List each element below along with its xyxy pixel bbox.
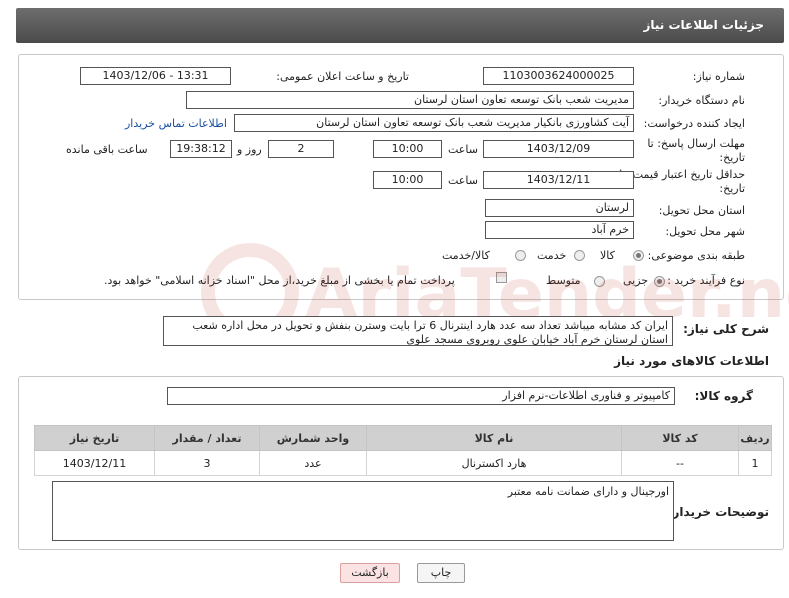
purchase-radio-medium[interactable] xyxy=(594,276,605,287)
category-radio-service[interactable] xyxy=(574,250,585,261)
panel-header: جزئیات اطلاعات نیاز xyxy=(16,8,784,43)
delivery-province-field[interactable]: لرستان xyxy=(485,199,634,217)
delivery-city-field[interactable]: خرم آباد xyxy=(485,221,634,239)
description-label: شرح کلی نیاز: xyxy=(683,322,769,336)
print-button[interactable]: چاپ xyxy=(417,563,465,583)
cell-quantity: 3 xyxy=(154,450,260,476)
cell-need-date: 1403/12/11 xyxy=(34,450,155,476)
treasury-checkbox[interactable] xyxy=(496,272,507,283)
col-row: ردیف xyxy=(738,425,772,451)
announce-datetime-label: تاریخ و ساعت اعلان عمومی: xyxy=(276,70,409,83)
price-validity-time-label: ساعت xyxy=(448,174,478,187)
cell-code: -- xyxy=(621,450,739,476)
reply-time-label: ساعت xyxy=(448,143,478,156)
buyer-contact-link[interactable]: اطلاعات تماس خریدار xyxy=(125,117,227,130)
goods-table-header: ردیف کد کالا نام کالا واحد شمارش تعداد /… xyxy=(34,425,772,451)
category-radio-goods[interactable] xyxy=(633,250,644,261)
reply-days-field[interactable]: 2 xyxy=(268,140,334,158)
price-validity-time-field[interactable]: 10:00 xyxy=(373,171,442,189)
need-number-field[interactable]: 1103003624000025 xyxy=(483,67,634,85)
goods-group-field[interactable]: کامپیوتر و فناوری اطلاعات-نرم افزار xyxy=(167,387,675,405)
cell-unit: عدد xyxy=(259,450,367,476)
days-label: روز و xyxy=(237,143,262,156)
requester-field[interactable]: آیت کشاورزی بانکیار مدیریت شعب بانک توسع… xyxy=(234,114,634,132)
reply-deadline-label-2: تاریخ: xyxy=(719,151,745,164)
col-code: کد کالا xyxy=(621,425,739,451)
buyer-org-label: نام دستگاه خریدار: xyxy=(658,94,745,107)
cell-name: هارد اکسترنال xyxy=(366,450,622,476)
cell-row: 1 xyxy=(738,450,772,476)
category-radio-goods-service[interactable] xyxy=(515,250,526,261)
purchase-type-label: نوع فرآیند خرید : xyxy=(667,274,745,287)
category-option-goods-service: کالا/خدمت xyxy=(442,249,490,262)
col-quantity: تعداد / مقدار xyxy=(154,425,260,451)
purchase-option-minor: جزیی xyxy=(623,274,649,287)
reply-time-field[interactable]: 10:00 xyxy=(373,140,442,158)
col-unit: واحد شمارش xyxy=(259,425,367,451)
back-button[interactable]: بازگشت xyxy=(340,563,400,583)
purchase-radio-minor[interactable] xyxy=(654,276,665,287)
buyer-notes-label: توضیحات خریدار: xyxy=(667,505,769,519)
reply-date-field[interactable]: 1403/12/09 xyxy=(483,140,634,158)
delivery-city-label: شهر محل تحویل: xyxy=(665,225,745,238)
goods-group-label: گروه کالا: xyxy=(694,389,753,403)
buyer-org-field[interactable]: مدیریت شعب بانک توسعه تعاون استان لرستان xyxy=(186,91,634,109)
category-option-service: خدمت xyxy=(537,249,567,262)
need-number-label: شماره نیاز: xyxy=(692,70,745,83)
goods-table: ردیف کد کالا نام کالا واحد شمارش تعداد /… xyxy=(34,425,772,476)
treasury-checkbox-text: پرداخت تمام یا بخشی از مبلغ خرید،از محل … xyxy=(104,274,455,287)
goods-section-title: اطلاعات کالاهای مورد نیاز xyxy=(614,354,769,368)
delivery-province-label: استان محل تحویل: xyxy=(658,204,745,217)
price-validity-label-2: تاریخ: xyxy=(719,182,745,195)
purchase-option-medium: متوسط xyxy=(546,274,581,287)
page-title: جزئیات اطلاعات نیاز xyxy=(643,18,764,32)
buyer-notes-textarea[interactable]: اورجینال و دارای ضمانت نامه معتبر xyxy=(52,481,674,541)
announce-datetime-field[interactable]: 1403/12/06 - 13:31 xyxy=(80,67,231,85)
col-name: نام کالا xyxy=(366,425,622,451)
requester-label: ایجاد کننده درخواست: xyxy=(643,117,745,130)
remaining-label: ساعت باقی مانده xyxy=(66,143,148,156)
reply-deadline-label: مهلت ارسال پاسخ: تا xyxy=(647,137,745,150)
description-textarea[interactable]: ایران کد مشابه میباشد تعداد سه عدد هارد … xyxy=(163,316,673,346)
table-row[interactable]: 1 -- هارد اکسترنال عدد 3 1403/12/11 xyxy=(34,450,772,476)
price-validity-label: حداقل تاریخ اعتبار قیمت: تا xyxy=(619,168,745,181)
category-option-goods: کالا xyxy=(600,249,615,262)
price-validity-date-field[interactable]: 1403/12/11 xyxy=(483,171,634,189)
remaining-time-field[interactable]: 19:38:12 xyxy=(170,140,232,158)
category-label: طبقه بندی موضوعی: xyxy=(647,249,745,262)
col-need-date: تاریخ نیاز xyxy=(34,425,155,451)
